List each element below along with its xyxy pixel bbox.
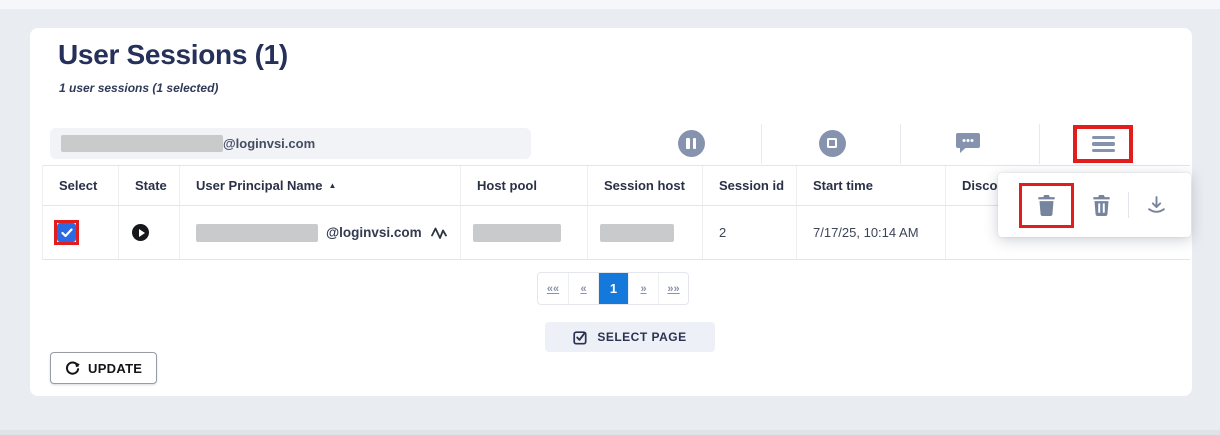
redacted-username xyxy=(196,224,318,242)
window-top-edge xyxy=(0,0,1220,9)
red-annotation-box xyxy=(54,220,79,245)
sort-asc-icon: ▲ xyxy=(328,181,336,190)
redacted-host-pool xyxy=(473,224,561,242)
toolbar-divider xyxy=(900,124,901,164)
download-menu-item[interactable] xyxy=(1139,188,1173,222)
row-select-cell xyxy=(43,206,118,259)
pagination: «« « 1 » »» xyxy=(537,272,689,305)
redacted-username xyxy=(61,135,223,152)
filter-value: @loginvsi.com xyxy=(223,136,315,151)
row-session-id-cell: 2 xyxy=(702,206,796,259)
stop-session-button[interactable] xyxy=(816,127,848,159)
session-filter-input[interactable]: @loginvsi.com xyxy=(50,128,531,159)
column-header-start-time[interactable]: Start time xyxy=(796,166,945,205)
toolbar-divider xyxy=(1039,124,1040,164)
column-header-session-host[interactable]: Session host xyxy=(587,166,702,205)
column-header-state[interactable]: State xyxy=(118,166,179,205)
select-page-label: SELECT PAGE xyxy=(597,330,686,344)
message-icon xyxy=(955,132,981,155)
more-actions-menu-button[interactable] xyxy=(1073,125,1133,163)
pause-circle-icon xyxy=(678,130,705,157)
row-host-pool-cell xyxy=(460,206,587,259)
actions-context-menu xyxy=(998,173,1191,237)
red-annotation-box xyxy=(1019,183,1074,228)
column-header-select[interactable]: Select xyxy=(43,166,118,205)
column-header-session-id[interactable]: Session id xyxy=(702,166,796,205)
pagination-first-button[interactable]: «« xyxy=(538,273,568,304)
column-header-upn[interactable]: User Principal Name ▲ xyxy=(179,166,460,205)
row-start-time-cell: 7/17/25, 10:14 AM xyxy=(796,206,945,259)
row-session-host-cell xyxy=(587,206,702,259)
download-icon xyxy=(1147,196,1166,215)
play-circle-icon xyxy=(132,224,149,241)
delete-menu-item[interactable] xyxy=(1037,195,1056,216)
trash-slats-icon xyxy=(1092,195,1111,216)
row-upn-cell: @loginvsi.com xyxy=(179,206,460,259)
row-checkbox-checked[interactable] xyxy=(57,223,76,242)
pause-session-button[interactable] xyxy=(675,127,707,159)
page-title: User Sessions (1) xyxy=(58,39,288,71)
toolbar-divider xyxy=(761,124,762,164)
pagination-next-button[interactable]: » xyxy=(628,273,658,304)
user-sessions-panel: User Sessions (1) 1 user sessions (1 sel… xyxy=(30,28,1192,396)
send-message-button[interactable] xyxy=(952,127,984,159)
stop-circle-icon xyxy=(819,130,846,157)
checkbox-check-icon xyxy=(573,330,588,345)
window-bottom-edge xyxy=(0,430,1220,435)
pagination-last-button[interactable]: »» xyxy=(658,273,688,304)
select-page-button[interactable]: SELECT PAGE xyxy=(545,322,715,352)
menu-icon xyxy=(1092,136,1115,153)
pagination-prev-button[interactable]: « xyxy=(568,273,598,304)
column-header-host-pool[interactable]: Host pool xyxy=(460,166,587,205)
refresh-icon xyxy=(65,361,80,376)
update-button[interactable]: UPDATE xyxy=(50,352,157,384)
page-subtitle: 1 user sessions (1 selected) xyxy=(59,81,218,95)
pagination-current-page[interactable]: 1 xyxy=(598,273,628,304)
redacted-session-host xyxy=(600,224,674,242)
check-icon xyxy=(61,228,73,238)
row-state-cell xyxy=(118,206,179,259)
activity-icon[interactable] xyxy=(431,226,447,240)
trash-icon xyxy=(1037,195,1056,216)
update-label: UPDATE xyxy=(88,361,142,376)
menu-divider xyxy=(1128,192,1129,218)
upn-text: @loginvsi.com xyxy=(326,225,422,240)
delete-forever-menu-item[interactable] xyxy=(1084,188,1118,222)
